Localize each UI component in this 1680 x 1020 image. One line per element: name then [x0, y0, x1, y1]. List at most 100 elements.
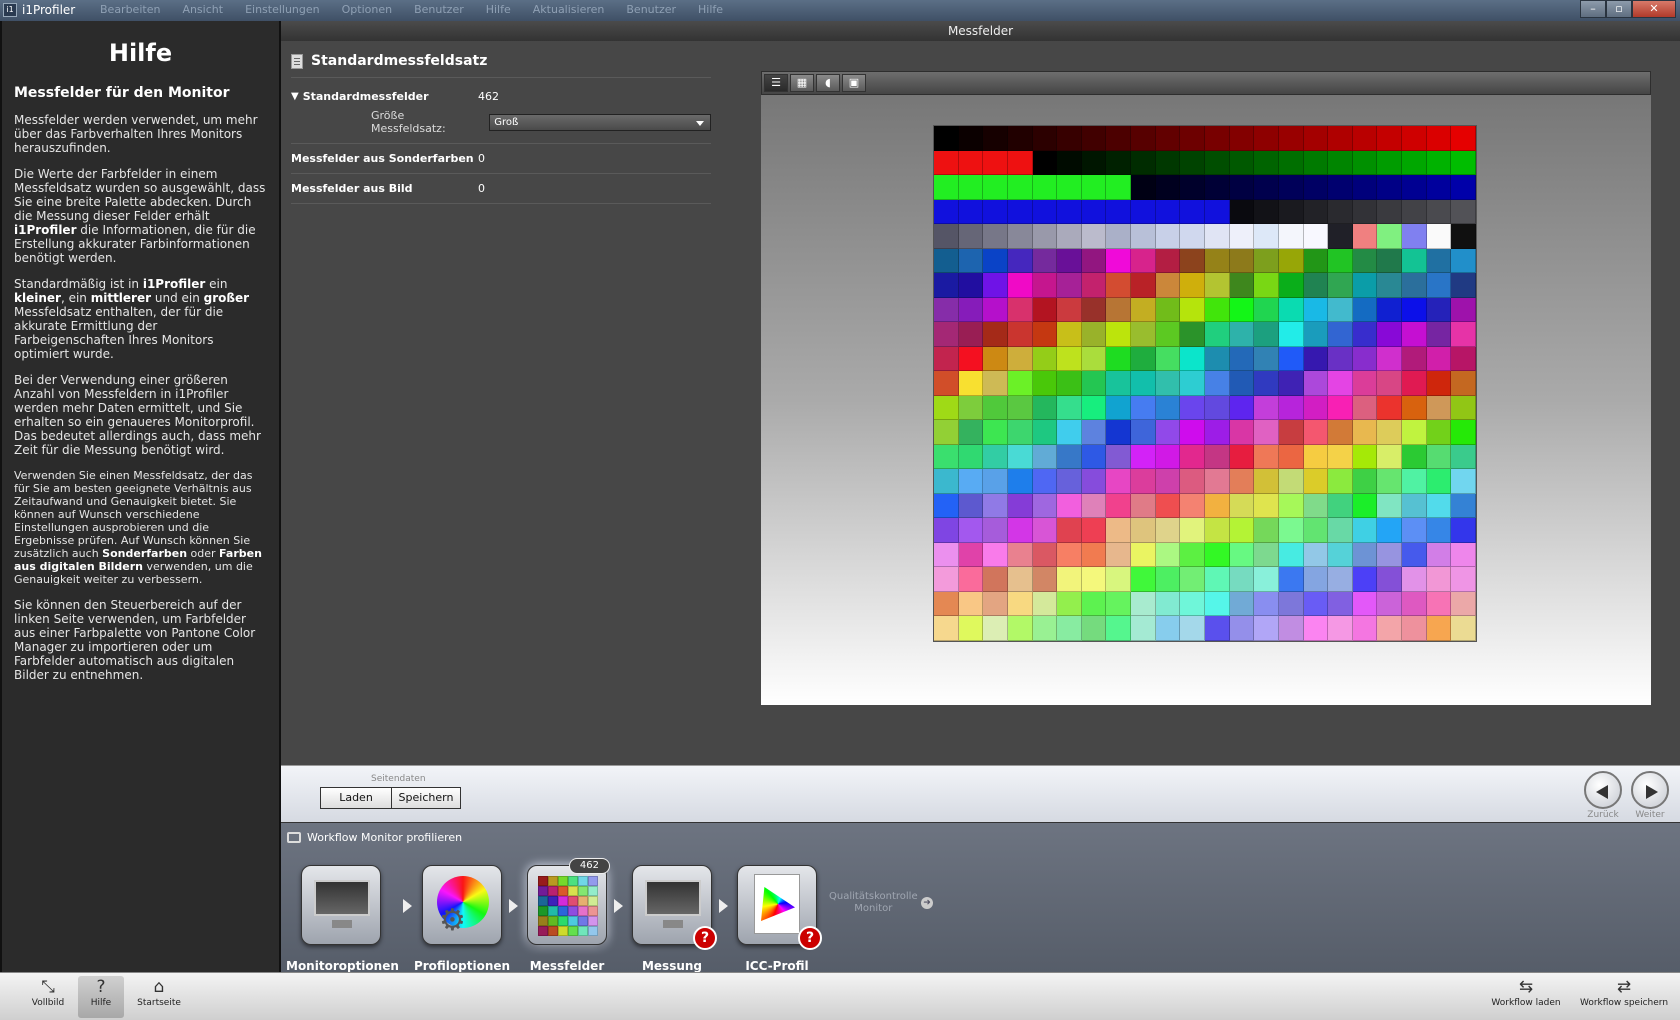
help-text: , ein	[60, 291, 91, 305]
list-view-icon[interactable]: ☰	[764, 74, 788, 92]
color-patch	[1057, 518, 1082, 543]
step-measurement[interactable]: ? Messung	[617, 865, 727, 973]
maximize-button[interactable]: ▫	[1606, 0, 1632, 18]
close-button[interactable]: ✕	[1632, 0, 1676, 18]
color-patch	[1328, 395, 1353, 420]
color-patch	[1254, 273, 1279, 298]
load-button[interactable]: Laden	[320, 787, 392, 809]
color-patch	[1303, 371, 1329, 396]
color-patch	[1426, 126, 1452, 151]
back-label: Zurück	[1587, 810, 1619, 820]
question-badge-icon: ?	[693, 926, 717, 950]
color-patch	[1106, 175, 1132, 200]
mini-color-patch	[548, 876, 558, 886]
divider	[291, 173, 711, 174]
color-patch	[1131, 322, 1156, 347]
standard-patches-value: 462	[478, 90, 499, 103]
color-patch	[1278, 322, 1304, 347]
patches-icon[interactable]: 462	[527, 858, 610, 945]
menu-item[interactable]: Einstellungen	[245, 3, 320, 16]
grid-view-icon[interactable]: ▦	[790, 74, 814, 92]
profile-options-icon[interactable]: ⚙	[422, 865, 502, 945]
color-patch	[1402, 175, 1427, 200]
help-subheading: Messfelder für den Monitor	[14, 85, 230, 101]
color-patch	[983, 248, 1008, 273]
menu-item[interactable]: Bearbeiten	[100, 3, 160, 16]
collapse-triangle-icon[interactable]: ▼	[291, 91, 299, 102]
save-button[interactable]: Speichern	[391, 787, 461, 809]
help-text: Die Werte der Farbfelder in einem Messfe…	[14, 167, 266, 223]
color-patch	[958, 248, 984, 273]
color-patch	[1352, 175, 1378, 200]
measurement-icon[interactable]: ?	[632, 865, 717, 950]
step-icc-profile[interactable]: ? ICC-Profil	[722, 865, 832, 973]
color-patch	[1007, 444, 1033, 469]
spot-color-icon[interactable]: ◖	[816, 74, 840, 92]
color-patch	[1032, 126, 1058, 151]
color-patch	[1402, 444, 1427, 469]
color-patch	[1007, 420, 1033, 445]
color-patch	[983, 297, 1008, 322]
color-patch	[1254, 493, 1279, 518]
color-patch	[934, 150, 959, 175]
color-patch	[1278, 616, 1304, 641]
color-patch	[934, 199, 959, 224]
color-patch	[934, 297, 959, 322]
color-patch	[1131, 199, 1156, 224]
color-patch	[1328, 175, 1353, 200]
standard-patches-row[interactable]: ▼ Standardmessfelder 462	[291, 90, 711, 103]
monitor-options-icon[interactable]	[301, 865, 381, 945]
image-patches-row[interactable]: Messfelder aus Bild 0	[291, 182, 711, 195]
step-profile-options[interactable]: ⚙ Profiloptionen	[407, 865, 517, 973]
settings-title: Standardmessfeldsatz	[311, 53, 488, 69]
color-patch	[1377, 346, 1403, 371]
color-patch	[1032, 371, 1058, 396]
next-button[interactable]	[1631, 771, 1669, 809]
quality-control-step[interactable]: Qualitätskontrolle Monitor	[829, 891, 918, 915]
menu-item[interactable]: Benutzer	[414, 3, 464, 16]
color-patch	[1229, 346, 1255, 371]
color-patch	[1180, 199, 1205, 224]
color-patch	[1303, 469, 1329, 494]
minimize-button[interactable]: –	[1580, 0, 1606, 18]
fullscreen-icon: ⤡	[41, 977, 55, 997]
color-patch	[1155, 493, 1181, 518]
color-patch	[934, 493, 959, 518]
color-patch	[1131, 371, 1156, 396]
menu-item[interactable]: Hilfe	[486, 3, 511, 16]
color-patch	[958, 371, 984, 396]
help-button[interactable]: ? Hilfe	[78, 976, 124, 1018]
menu-item[interactable]: Aktualisieren	[533, 3, 605, 16]
color-patch	[1081, 395, 1107, 420]
color-patch	[1081, 322, 1107, 347]
color-patch	[1377, 469, 1403, 494]
patch-set-size-dropdown[interactable]: Groß	[489, 113, 711, 131]
color-patch	[1155, 591, 1181, 616]
color-patch	[1328, 616, 1353, 641]
color-patch	[1032, 567, 1058, 592]
color-patch	[1426, 175, 1452, 200]
spot-color-patches-row[interactable]: Messfelder aus Sonderfarben 0	[291, 152, 711, 165]
menu-item[interactable]: Benutzer	[626, 3, 676, 16]
menu-item[interactable]: Hilfe	[698, 3, 723, 16]
icc-profile-icon[interactable]: ?	[737, 865, 822, 950]
color-patch	[1451, 248, 1476, 273]
save-workflow-button[interactable]: ⇄ Workflow speichern	[1576, 976, 1672, 1008]
back-button[interactable]	[1584, 771, 1622, 809]
color-patch	[1254, 444, 1279, 469]
menu-item[interactable]: Optionen	[342, 3, 392, 16]
step-monitor-options[interactable]: Monitoroptionen	[286, 865, 399, 973]
color-patch	[1451, 518, 1476, 543]
image-icon[interactable]: ▣	[842, 74, 866, 92]
load-workflow-button[interactable]: ⇆ Workflow laden	[1488, 976, 1564, 1008]
step-patches[interactable]: 462 Messfelder	[512, 858, 622, 973]
color-patch	[1352, 591, 1378, 616]
color-patch	[1303, 518, 1329, 543]
fullscreen-button[interactable]: ⤡ Vollbild	[30, 976, 66, 1008]
menu-item[interactable]: Ansicht	[182, 3, 223, 16]
help-text-bold: mittlerer	[90, 291, 152, 305]
color-patch	[1278, 493, 1304, 518]
save-workflow-icon: ⇄	[1616, 977, 1632, 997]
home-button[interactable]: ⌂ Startseite	[135, 976, 183, 1008]
arrow-right-icon[interactable]: ➜	[921, 897, 933, 909]
